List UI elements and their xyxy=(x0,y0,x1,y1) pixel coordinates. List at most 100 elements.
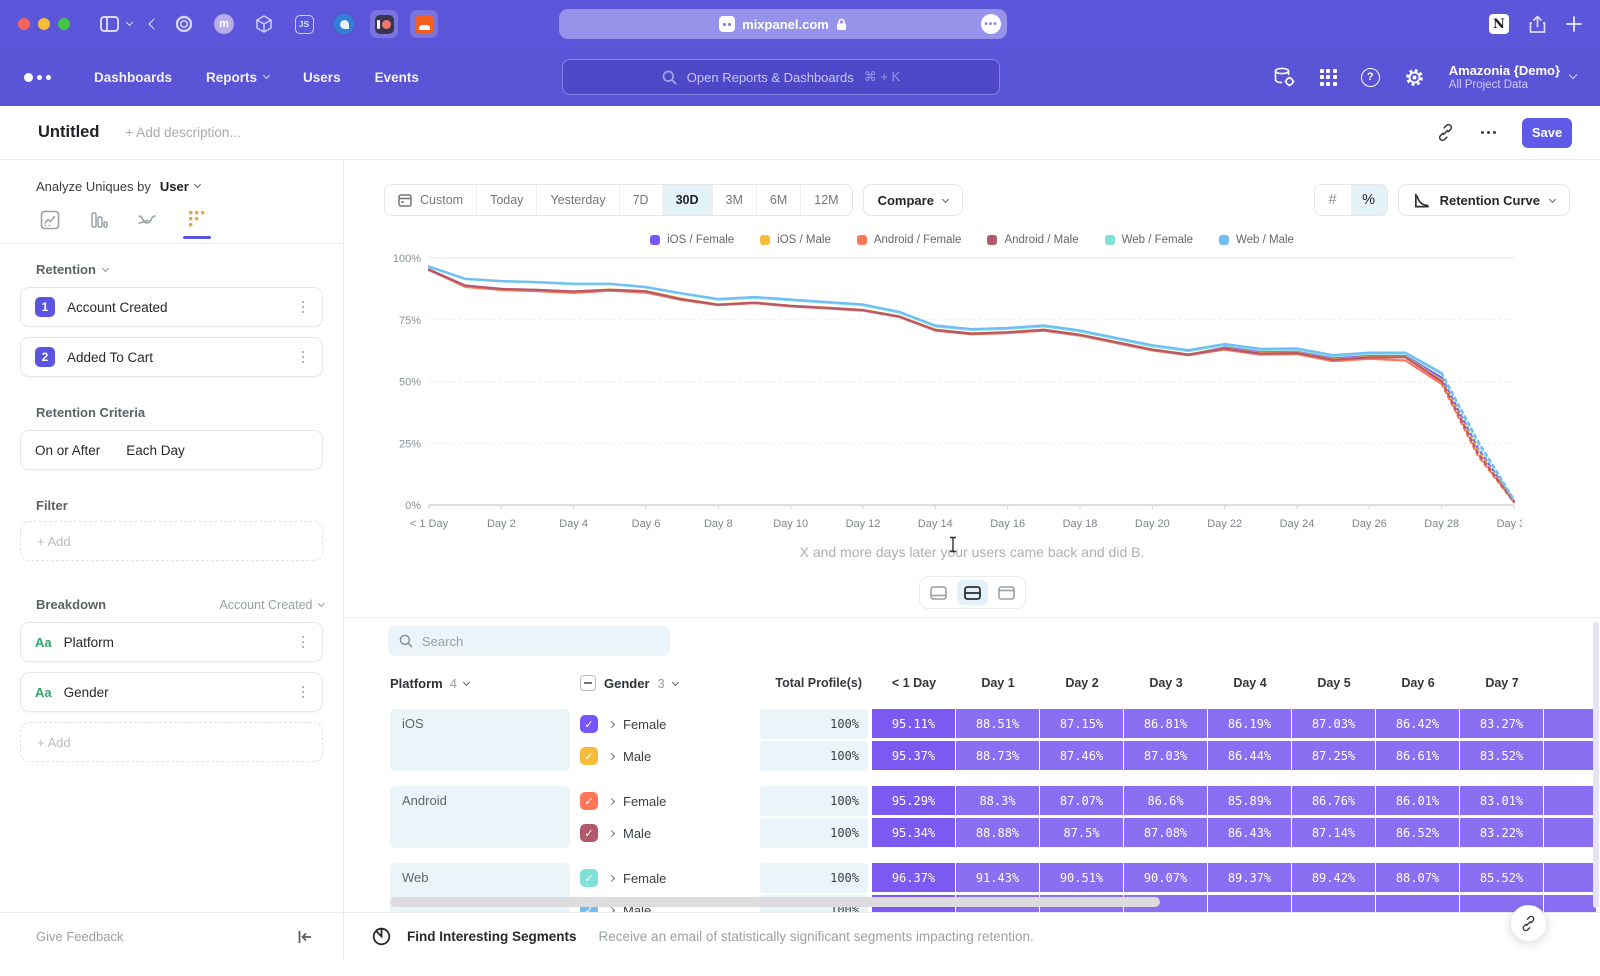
legend-item[interactable]: Web / Female xyxy=(1105,234,1193,246)
retention-value-cell[interactable]: 95.37% xyxy=(872,741,956,771)
layout-table-only-button[interactable] xyxy=(991,580,1022,605)
series-checkbox[interactable]: ✓ xyxy=(580,747,598,765)
select-all-checkbox[interactable] xyxy=(580,675,596,691)
expand-chevron-icon[interactable] xyxy=(608,720,615,727)
retention-chart[interactable]: 100%75%50%25%0%< 1 DayDay 2Day 4Day 6Day… xyxy=(382,248,1600,530)
breakdown-add-button[interactable]: + Add xyxy=(20,722,323,762)
notion-extension-icon[interactable]: N xyxy=(1489,14,1509,34)
nav-item-events[interactable]: Events xyxy=(358,70,436,85)
retention-value-cell[interactable]: 88.73% xyxy=(956,741,1040,771)
retention-value-cell[interactable]: 86.43% xyxy=(1208,818,1292,848)
gender-cell[interactable]: ✓Female xyxy=(580,792,750,810)
legend-item[interactable]: Android / Male xyxy=(987,234,1078,246)
retention-value-cell[interactable]: 87.03% xyxy=(1292,709,1376,739)
day-column-header[interactable]: < 1 Day xyxy=(872,676,956,690)
retention-value-cell[interactable]: 89.42% xyxy=(1292,863,1376,893)
retention-value-cell[interactable]: 86.44% xyxy=(1208,741,1292,771)
gender-cell[interactable]: ✓Male xyxy=(580,747,750,765)
gender-cell[interactable]: ✓Female xyxy=(580,869,750,887)
save-button[interactable]: Save xyxy=(1522,118,1572,148)
breakdown-scope-dropdown[interactable]: Account Created xyxy=(219,598,323,612)
range-7d[interactable]: 7D xyxy=(620,185,663,215)
apps-grid-icon[interactable] xyxy=(1320,69,1337,86)
retention-value-cell[interactable]: 87.15% xyxy=(1040,709,1124,739)
legend-item[interactable]: Web / Male xyxy=(1219,234,1294,246)
table-search[interactable] xyxy=(388,626,670,656)
retention-value-cell[interactable]: 86.6% xyxy=(1124,786,1208,816)
series-checkbox[interactable]: ✓ xyxy=(580,824,598,842)
tab-flows[interactable] xyxy=(134,210,162,239)
gender-cell[interactable]: ✓Female xyxy=(580,715,750,733)
day-column-header[interactable]: Day 5 xyxy=(1292,676,1376,690)
report-title[interactable]: Untitled xyxy=(38,123,99,142)
legend-item[interactable]: iOS / Male xyxy=(760,234,831,246)
range-yesterday[interactable]: Yesterday xyxy=(537,185,619,215)
range-30d[interactable]: 30D xyxy=(663,185,713,215)
retention-value-cell[interactable]: 90.51% xyxy=(1040,863,1124,893)
retention-value-cell[interactable]: 85.52% xyxy=(1460,863,1544,893)
nav-item-reports[interactable]: Reports xyxy=(189,70,286,85)
series-checkbox[interactable]: ✓ xyxy=(580,715,598,733)
expand-chevron-icon[interactable] xyxy=(608,874,615,881)
extensions-badge[interactable]: ••• xyxy=(981,14,1001,34)
legend-item[interactable]: iOS / Female xyxy=(650,234,734,246)
day-column-header[interactable]: Day 7 xyxy=(1460,676,1544,690)
window-close-button[interactable] xyxy=(18,18,30,30)
retention-value-cell[interactable]: 86.19% xyxy=(1208,709,1292,739)
url-bar[interactable]: mixpanel.com ••• xyxy=(559,9,1007,39)
retention-value-cell[interactable]: 83.22% xyxy=(1460,818,1544,848)
app-icon-js[interactable]: JS xyxy=(290,10,318,38)
share-icon[interactable] xyxy=(1529,15,1546,34)
retention-value-cell[interactable] xyxy=(1292,895,1376,912)
retention-value-cell[interactable]: 95.11% xyxy=(872,709,956,739)
retention-value-cell[interactable]: 88.51% xyxy=(956,709,1040,739)
retention-value-cell[interactable]: 87.14% xyxy=(1292,818,1376,848)
help-icon[interactable]: ? xyxy=(1361,68,1380,87)
new-tab-icon[interactable] xyxy=(1566,16,1582,32)
step-options-icon[interactable] xyxy=(298,347,309,368)
range-today[interactable]: Today xyxy=(477,185,537,215)
number-format-button[interactable]: # xyxy=(1315,185,1351,215)
platform-cell[interactable]: Android xyxy=(390,786,570,848)
app-icon-loop[interactable] xyxy=(170,10,198,38)
retention-value-cell[interactable]: 89.37% xyxy=(1208,863,1292,893)
sidebar-toggle-icon[interactable] xyxy=(100,16,119,32)
retention-value-cell[interactable]: 87.5% xyxy=(1040,818,1124,848)
platform-cell[interactable]: iOS xyxy=(390,709,570,771)
give-feedback-link[interactable]: Give Feedback xyxy=(36,929,123,944)
collapse-sidebar-icon[interactable] xyxy=(297,930,313,944)
retention-value-cell[interactable]: 88.88% xyxy=(956,818,1040,848)
breakdown-platform[interactable]: AaPlatform xyxy=(20,622,323,662)
retention-value-cell[interactable]: 95.29% xyxy=(872,786,956,816)
range-12m[interactable]: 12M xyxy=(801,185,851,215)
retention-value-cell[interactable]: 87.03% xyxy=(1124,741,1208,771)
more-options-icon[interactable] xyxy=(1481,131,1496,134)
global-search[interactable]: Open Reports & Dashboards ⌘ + K xyxy=(562,59,1000,95)
day-column-header[interactable]: Day 3 xyxy=(1124,676,1208,690)
retention-value-cell[interactable]: 95.34% xyxy=(872,818,956,848)
filter-add-button[interactable]: + Add xyxy=(20,521,323,561)
gender-cell[interactable]: ✓Male xyxy=(580,824,750,842)
retention-value-cell[interactable]: 88.07% xyxy=(1376,863,1460,893)
retention-value-cell[interactable]: 86.42% xyxy=(1376,709,1460,739)
retention-value-cell[interactable]: 83.27% xyxy=(1460,709,1544,739)
range-6m[interactable]: 6M xyxy=(757,185,801,215)
data-management-icon[interactable] xyxy=(1273,66,1296,88)
table-search-input[interactable] xyxy=(422,634,642,649)
retention-criteria-card[interactable]: On or After Each Day xyxy=(20,430,323,470)
nav-item-dashboards[interactable]: Dashboards xyxy=(77,70,189,85)
series-checkbox[interactable]: ✓ xyxy=(580,869,598,887)
retention-value-cell[interactable]: 96.37% xyxy=(872,863,956,893)
layout-split-button[interactable] xyxy=(957,580,988,605)
window-minimize-button[interactable] xyxy=(38,18,50,30)
retention-value-cell[interactable]: 91.43% xyxy=(956,863,1040,893)
app-icon-avatar-m[interactable]: m xyxy=(210,10,238,38)
retention-value-cell[interactable]: 86.76% xyxy=(1292,786,1376,816)
step-options-icon[interactable] xyxy=(298,297,309,318)
retention-value-cell[interactable]: 86.81% xyxy=(1124,709,1208,739)
chevron-down-icon[interactable] xyxy=(127,23,132,25)
range-3m[interactable]: 3M xyxy=(713,185,757,215)
retention-value-cell[interactable]: 87.25% xyxy=(1292,741,1376,771)
retention-value-cell[interactable]: 83.01% xyxy=(1460,786,1544,816)
range-custom[interactable]: Custom xyxy=(385,185,477,215)
